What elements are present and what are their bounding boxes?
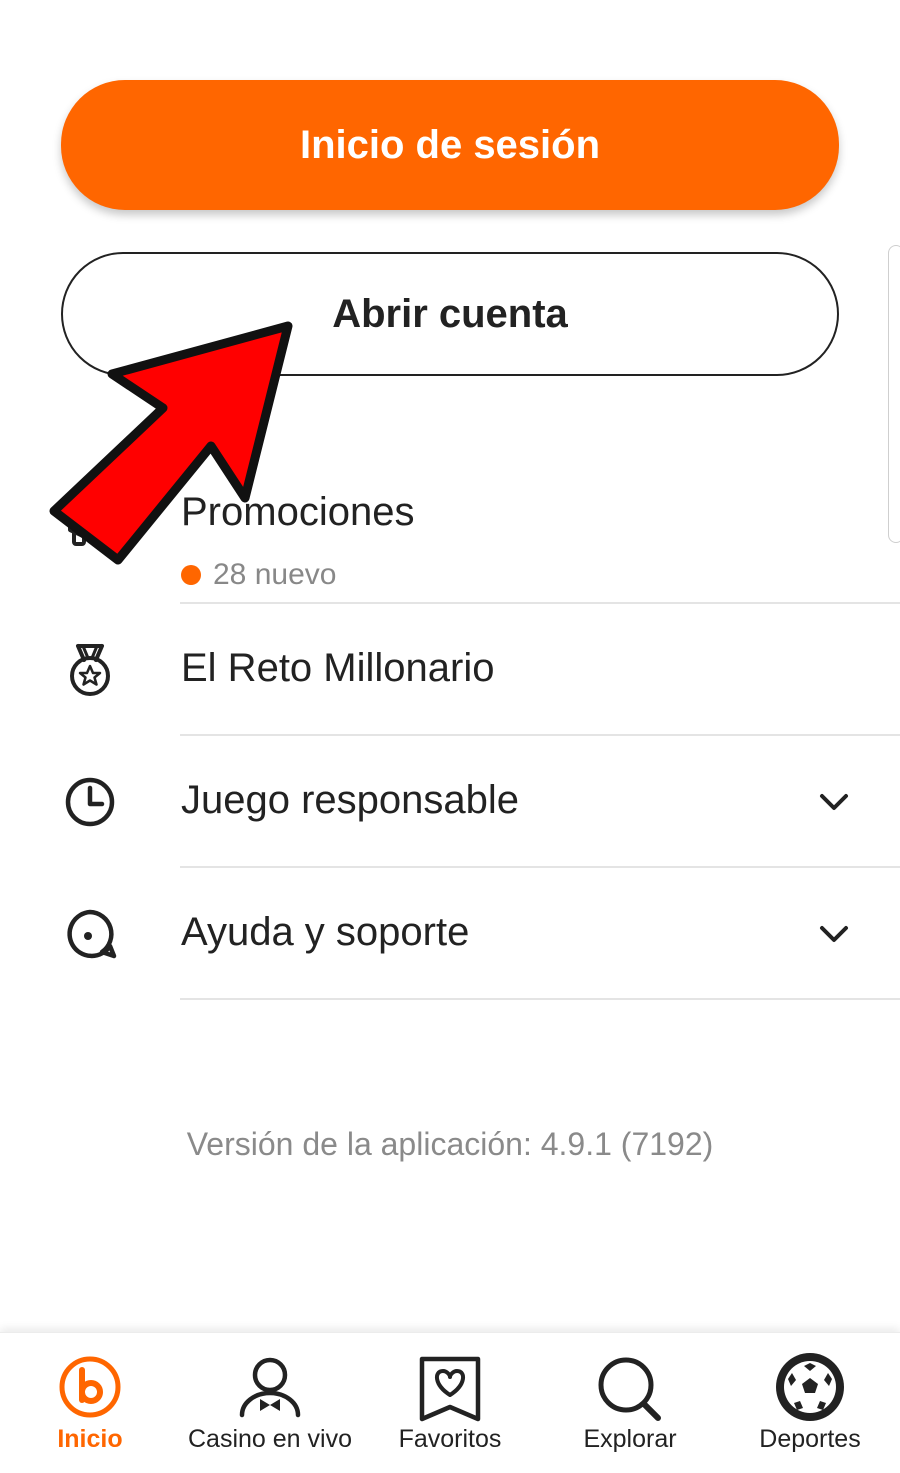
megaphone-icon — [68, 504, 98, 546]
nav-item-explore[interactable]: Explorar — [540, 1333, 720, 1473]
nav-item-live-casino[interactable]: Casino en vivo — [180, 1333, 360, 1473]
search-icon — [598, 1357, 661, 1421]
open-account-button-label: Abrir cuenta — [332, 291, 568, 336]
soccer-ball-icon — [776, 1353, 844, 1421]
nav-label: Deportes — [759, 1425, 861, 1453]
home-logo-icon — [59, 1356, 121, 1418]
medal-icon — [70, 644, 110, 696]
menu-item-label: Juego responsable — [181, 778, 520, 822]
promotions-badge: 28 nuevo — [181, 558, 336, 592]
nav-label: Casino en vivo — [188, 1425, 352, 1453]
chat-icon — [67, 909, 117, 959]
login-button[interactable]: Inicio de sesión — [61, 80, 839, 210]
nav-label: Favoritos — [398, 1425, 502, 1453]
promotions-label: Promociones — [181, 490, 415, 534]
new-dot — [181, 565, 201, 585]
divider — [180, 998, 900, 1000]
menu-item-reto-millonario[interactable]: El Reto Millonario — [0, 604, 900, 736]
dealer-icon — [239, 1357, 301, 1418]
open-account-button[interactable]: Abrir cuenta — [61, 252, 839, 376]
menu-item-label: El Reto Millonario — [181, 646, 495, 690]
favorites-icon — [419, 1356, 481, 1422]
menu-item-promotions[interactable]: Promociones 28 nuevo — [0, 470, 900, 604]
nav-label: Inicio — [57, 1425, 123, 1453]
nav-item-home[interactable]: Inicio — [0, 1333, 180, 1473]
menu-item-label: Ayuda y soporte — [181, 910, 470, 954]
chevron-down-icon[interactable] — [814, 782, 854, 822]
menu-item-help-support[interactable]: Ayuda y soporte — [0, 868, 900, 1000]
nav-item-favorites[interactable]: Favoritos — [360, 1333, 540, 1473]
chevron-down-icon[interactable] — [814, 914, 854, 954]
login-button-label: Inicio de sesión — [299, 122, 601, 167]
nav-item-sports[interactable]: Deportes — [720, 1333, 900, 1473]
app-version: Versión de la aplicación: 4.9.1 (7192) — [186, 1126, 714, 1162]
bottom-nav: Inicio Casino en vivo Favoritos Explorar — [0, 1332, 900, 1473]
nav-label: Explorar — [583, 1425, 677, 1453]
menu-item-responsible-gaming[interactable]: Juego responsable — [0, 736, 900, 868]
clock-icon — [65, 777, 115, 827]
promotions-count: 28 nuevo — [213, 558, 337, 591]
